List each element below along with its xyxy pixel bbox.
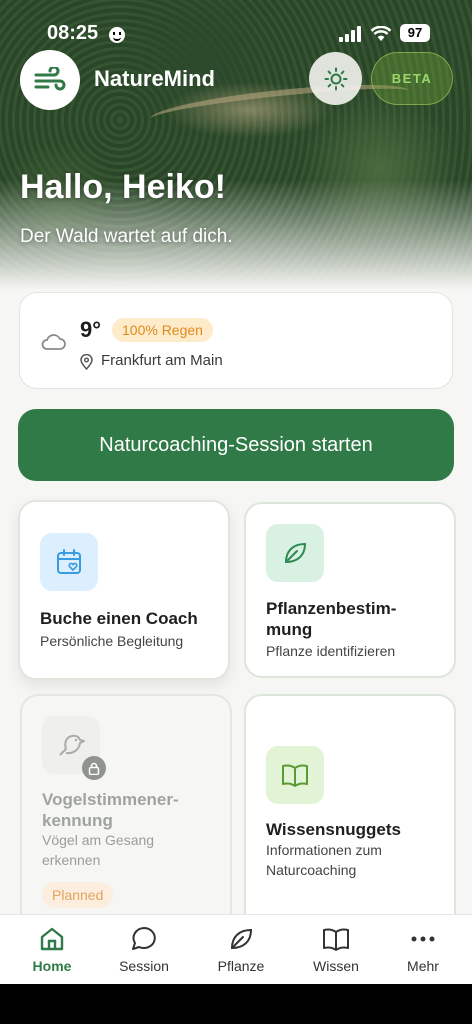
leaf-icon xyxy=(266,524,324,582)
tab-label: Pflanze xyxy=(217,958,265,974)
app-screen: 08:25 97 NatureMind BETA Hallo, Heiko! D… xyxy=(0,0,472,1024)
book-icon xyxy=(322,925,350,953)
start-session-button[interactable]: Naturcoaching-Session starten xyxy=(18,409,454,481)
app-logo[interactable] xyxy=(20,50,80,110)
greeting-title: Hallo, Heiko! xyxy=(20,168,226,206)
sun-icon xyxy=(324,67,347,90)
greeting-subtitle: Der Wald wartet auf dich. xyxy=(20,226,233,247)
home-icon xyxy=(38,925,66,953)
cloud-icon xyxy=(41,334,66,350)
leaf-icon xyxy=(227,925,255,953)
tile-knowledge-nuggets[interactable]: Wissensnuggets Informationen zum Naturco… xyxy=(244,694,456,934)
home-indicator-area xyxy=(0,984,472,1024)
tile-title: Pflanzenbestim- mung xyxy=(266,599,397,639)
tile-description: Pflanze identifizieren xyxy=(266,643,396,659)
lock-icon xyxy=(82,756,106,780)
tile-title: Buche einen Coach xyxy=(40,609,198,628)
tab-more[interactable]: Mehr xyxy=(378,915,468,985)
tile-book-coach[interactable]: Buche einen Coach Persönliche Begleitung xyxy=(18,500,230,680)
calendar-heart-icon xyxy=(40,533,98,591)
tile-description: Persönliche Begleitung xyxy=(40,633,184,649)
tab-label: Wissen xyxy=(313,958,359,974)
battery-indicator: 97 xyxy=(400,24,430,42)
tile-title: Wissensnuggets xyxy=(266,820,401,839)
weather-card[interactable]: 9° 100% Regen Frankfurt am Main xyxy=(19,292,453,389)
tile-description: Vögel am Gesang erkennen xyxy=(42,832,155,868)
bottom-tab-bar: Home Session Pflanze Wissen Mehr xyxy=(0,914,472,984)
planned-badge: Planned xyxy=(42,882,114,908)
status-bar: 08:25 97 xyxy=(0,22,472,50)
tab-home[interactable]: Home xyxy=(7,915,97,985)
tab-plant[interactable]: Pflanze xyxy=(196,915,286,985)
tile-title: Vogelstimmener- kennung xyxy=(42,790,179,830)
chat-bubble-icon xyxy=(130,925,158,953)
location-pin-icon xyxy=(80,354,93,370)
smiley-icon xyxy=(109,27,125,43)
tile-bird-song-recognition: Vogelstimmener- kennung Vögel am Gesang … xyxy=(20,694,232,934)
status-time: 08:25 xyxy=(47,22,99,44)
tab-label: Session xyxy=(119,958,169,974)
tile-plant-identification[interactable]: Pflanzenbestim- mung Pflanze identifizie… xyxy=(244,502,456,678)
weather-temperature: 9° xyxy=(80,317,102,342)
tab-label: Mehr xyxy=(407,958,439,974)
app-name: NatureMind xyxy=(94,66,215,91)
tile-description: Informationen zum Naturcoaching xyxy=(266,842,382,878)
tab-label: Home xyxy=(32,958,72,974)
tab-session[interactable]: Session xyxy=(99,915,189,985)
book-icon xyxy=(266,746,324,804)
more-dots-icon xyxy=(409,925,437,953)
beta-badge[interactable]: BETA xyxy=(371,52,453,105)
rain-probability-badge: 100% Regen xyxy=(112,318,213,342)
cellular-signal-icon xyxy=(339,26,361,42)
wifi-icon xyxy=(370,26,392,41)
tab-knowledge[interactable]: Wissen xyxy=(291,915,381,985)
theme-toggle-button[interactable] xyxy=(309,52,362,105)
wind-icon xyxy=(34,67,66,91)
weather-location: Frankfurt am Main xyxy=(101,352,223,369)
